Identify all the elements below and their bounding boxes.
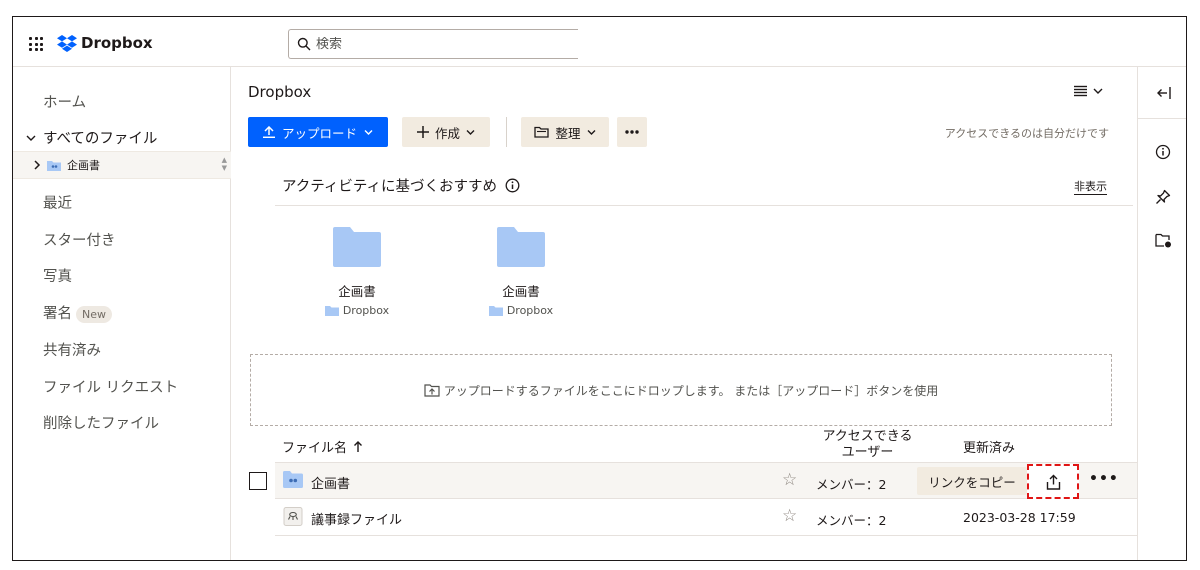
column-header-label: ユーザー <box>841 445 894 460</box>
brand-name: Dropbox <box>81 34 153 52</box>
sidebar-item-file-requests[interactable]: ファイル リクエスト <box>43 376 178 397</box>
chevron-down-icon <box>1093 88 1103 94</box>
collapse-left-icon <box>1156 86 1171 99</box>
dropbox-logo[interactable]: Dropbox <box>57 34 153 52</box>
pin-icon[interactable] <box>1155 189 1171 205</box>
more-icon <box>625 130 639 134</box>
sidebar-item-label: すべてのファイル <box>43 131 158 147</box>
upload-label: アップロード <box>281 125 357 141</box>
column-header-label: ファイル名 <box>282 441 348 456</box>
main-content: Dropbox アップロード 作成 整理 アクセスできるのは自分だけです アクテ… <box>232 67 1137 560</box>
upload-folder-icon <box>424 384 440 397</box>
members-count[interactable]: メンバー：2 <box>816 510 886 529</box>
sidebar-item-shared[interactable]: 共有済み <box>43 339 101 360</box>
chevron-right-icon <box>34 160 41 170</box>
chevron-down-icon <box>364 129 373 135</box>
sidebar: ホーム すべてのファイル 企画書 ▲ ▼ 最近 スター付き 写真 署名 New 共有… <box>13 67 231 560</box>
arrow-up-icon <box>354 441 363 452</box>
column-header-access[interactable]: アクセスできる ユーザー <box>820 429 915 461</box>
sidebar-item-label: 署名 <box>43 306 72 322</box>
modified-date: 2023-03-28 17:59 <box>963 510 1076 525</box>
column-header-label: アクセスできる <box>822 429 913 444</box>
sidebar-item-deleted[interactable]: 削除したファイル <box>43 412 159 433</box>
upload-button[interactable]: アップロード <box>248 117 388 147</box>
search-icon <box>297 37 311 51</box>
tree-item-label: 企画書 <box>67 159 100 172</box>
folder-icon <box>333 227 381 267</box>
info-icon[interactable] <box>1155 144 1171 160</box>
card-location-text: Dropbox <box>506 304 554 317</box>
dropzone-text: アップロードするファイルをここにドロップします。 または［アップロード］ボタンを… <box>443 383 939 398</box>
dropbox-logo-icon <box>57 34 77 52</box>
search-box[interactable] <box>288 29 578 59</box>
plus-icon <box>416 126 429 138</box>
card-name: 企画書 <box>338 284 376 299</box>
chevron-down-icon <box>466 129 475 135</box>
folder-icon <box>497 227 545 267</box>
star-icon[interactable]: ☆ <box>782 506 797 526</box>
shared-folder-icon <box>283 471 303 488</box>
list-view-icon <box>1074 85 1087 97</box>
app-window: Dropbox ホーム すべてのファイル 企画書 <box>12 16 1187 561</box>
sidebar-item-all-files[interactable]: すべてのファイル <box>25 127 157 148</box>
star-icon[interactable]: ☆ <box>782 470 797 490</box>
folder-icon <box>488 306 503 316</box>
table-row[interactable]: 議事録ファイル ☆ メンバー：2 2023-03-28 17:59 <box>275 499 1137 536</box>
new-badge: New <box>76 305 112 323</box>
sidebar-tree-item[interactable]: 企画書 ▲ ▼ <box>13 151 231 179</box>
upload-dropzone[interactable]: アップロードするファイルをここにドロップします。 または［アップロード］ボタンを… <box>250 354 1112 426</box>
sidebar-item-signatures[interactable]: 署名 New <box>43 302 112 323</box>
hide-suggestions-link[interactable]: 非表示 <box>1074 178 1107 195</box>
column-header-name[interactable]: ファイル名 <box>282 437 363 456</box>
more-options-icon[interactable]: ••• <box>1089 471 1119 487</box>
row-checkbox[interactable] <box>249 472 267 490</box>
organize-label: 整理 <box>555 125 581 141</box>
chevron-down-icon <box>587 129 595 135</box>
top-bar: Dropbox <box>13 17 1186 67</box>
create-label: 作成 <box>434 125 460 141</box>
folder-activity-icon[interactable] <box>1155 233 1172 248</box>
search-input[interactable] <box>316 36 546 52</box>
column-header-modified[interactable]: 更新済み <box>963 437 1015 456</box>
scroll-arrows-icon[interactable]: ▲ ▼ <box>222 156 227 172</box>
suggested-file-card[interactable]: 企画書 Dropbox <box>461 227 581 317</box>
folder-icon <box>534 126 550 138</box>
sidebar-item-starred[interactable]: スター付き <box>43 229 116 250</box>
sidebar-item-photos[interactable]: 写真 <box>43 265 72 286</box>
folder-icon <box>324 306 339 316</box>
file-name[interactable]: 議事録ファイル <box>311 509 402 528</box>
sidebar-item-recent[interactable]: 最近 <box>43 192 72 213</box>
right-rail <box>1137 67 1186 560</box>
card-name: 企画書 <box>502 284 540 299</box>
toolbar-divider <box>506 117 507 147</box>
sidebar-item-home[interactable]: ホーム <box>43 91 86 112</box>
upload-icon <box>262 126 275 138</box>
table-row[interactable]: 企画書 ☆ メンバー：2 リンクをコピー ••• <box>275 462 1137 499</box>
organize-button[interactable]: 整理 <box>521 117 609 147</box>
collapse-panel-button[interactable] <box>1138 67 1186 119</box>
file-name[interactable]: 企画書 <box>311 473 350 492</box>
card-location: Dropbox <box>461 304 581 317</box>
suggestions-title: アクティビティに基づくおすすめ <box>282 175 520 196</box>
breadcrumb[interactable]: Dropbox <box>248 83 311 101</box>
suggestions-divider <box>275 205 1133 206</box>
members-count[interactable]: メンバー：2 <box>816 474 886 493</box>
more-actions-button[interactable] <box>617 117 647 147</box>
card-location: Dropbox <box>297 304 417 317</box>
share-icon <box>1046 474 1060 490</box>
shared-folder-icon <box>47 160 61 171</box>
suggested-file-card[interactable]: 企画書 Dropbox <box>297 227 417 317</box>
document-icon <box>283 507 303 526</box>
access-note: アクセスできるのは自分だけです <box>944 127 1109 140</box>
copy-link-button[interactable]: リンクをコピー <box>917 467 1027 495</box>
chevron-down-icon <box>26 135 36 141</box>
info-icon[interactable] <box>505 178 520 193</box>
suggestions-title-text: アクティビティに基づくおすすめ <box>282 179 498 195</box>
app-grid-icon[interactable] <box>29 37 43 51</box>
view-toggle[interactable] <box>1074 85 1103 97</box>
card-location-text: Dropbox <box>342 304 390 317</box>
create-button[interactable]: 作成 <box>402 117 490 147</box>
share-button[interactable] <box>1027 464 1079 499</box>
